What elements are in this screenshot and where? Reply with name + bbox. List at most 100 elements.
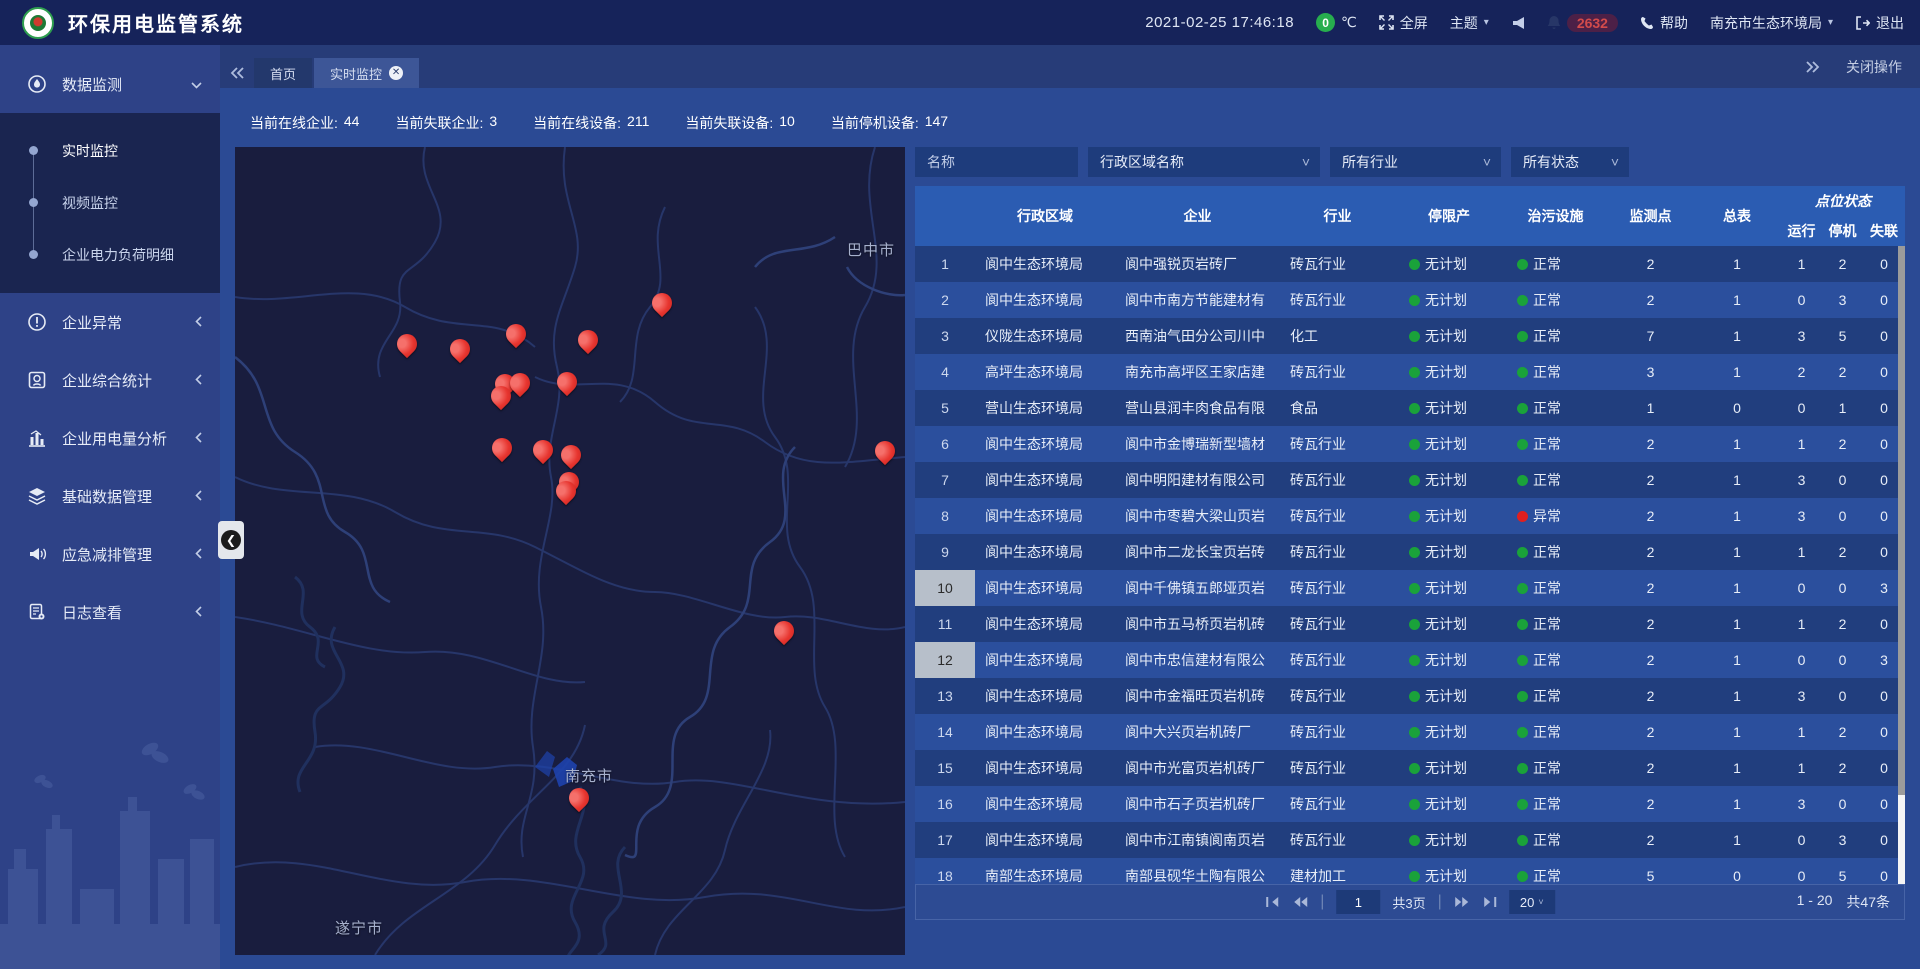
cell-run: 2 <box>1781 354 1822 390</box>
table-row[interactable]: 2阆中生态环境局阆中市南方节能建材有砖瓦行业无计划正常21030 <box>915 282 1905 318</box>
cell-production: 无计划 <box>1395 822 1503 858</box>
city-skyline-decoration <box>0 719 220 969</box>
last-page-icon <box>1482 896 1497 908</box>
sidebar-item-1[interactable]: 企业异常 <box>0 293 220 351</box>
table-row[interactable]: 14阆中生态环境局阆中大兴页岩机砖厂砖瓦行业无计划正常21120 <box>915 714 1905 750</box>
cell-meter: 1 <box>1693 498 1781 534</box>
double-chevron-right-icon[interactable] <box>1806 61 1820 73</box>
cell-meter: 1 <box>1693 462 1781 498</box>
cell-index: 14 <box>915 714 975 750</box>
table-row[interactable]: 1阆中生态环境局阆中强锐页岩砖厂砖瓦行业无计划正常21120 <box>915 246 1905 282</box>
cell-monitor: 2 <box>1608 246 1693 282</box>
sidebar-item-label: 企业异常 <box>62 312 122 333</box>
map-city-label: 南充市 <box>565 765 613 786</box>
close-icon[interactable]: ✕ <box>389 66 403 80</box>
first-page-button[interactable] <box>1265 896 1280 908</box>
status-dot-green <box>1517 763 1528 774</box>
page-number-input[interactable] <box>1336 890 1380 914</box>
sidebar-collapse-handle[interactable]: ❮ <box>218 521 244 559</box>
stat-item: 当前停机设备:147 <box>831 113 948 133</box>
table-row[interactable]: 11阆中生态环境局阆中市五马桥页岩机砖砖瓦行业无计划正常21120 <box>915 606 1905 642</box>
last-page-button[interactable] <box>1482 896 1497 908</box>
cell-industry: 砖瓦行业 <box>1280 570 1395 606</box>
table-row[interactable]: 17阆中生态环境局阆中市江南镇阆南页岩砖瓦行业无计划正常21030 <box>915 822 1905 858</box>
cell-industry: 砖瓦行业 <box>1280 282 1395 318</box>
table-row[interactable]: 12阆中生态环境局阆中市忠信建材有限公砖瓦行业无计划正常21003 <box>915 642 1905 678</box>
table-row[interactable]: 13阆中生态环境局阆中市金福旺页岩机砖砖瓦行业无计划正常21300 <box>915 678 1905 714</box>
col-monitor: 监测点 <box>1608 186 1693 246</box>
sidebar-item-label: 数据监测 <box>62 74 122 95</box>
close-operations-button[interactable]: 关闭操作 <box>1846 57 1902 77</box>
cell-facility: 正常 <box>1503 534 1608 570</box>
cell-region: 高坪生态环境局 <box>975 354 1115 390</box>
region-filter-select[interactable]: 行政区域名称˅ <box>1088 147 1320 177</box>
sidebar-menu: 数据监测实时监控视频监控企业电力负荷明细企业异常企业综合统计企业用电量分析基础数… <box>0 45 220 641</box>
sidebar-submenu: 实时监控视频监控企业电力负荷明细 <box>0 113 220 293</box>
sidebar-item-5[interactable]: 应急减排管理 <box>0 525 220 583</box>
chevron-left-icon <box>195 488 202 505</box>
theme-dropdown[interactable]: 主题▾ <box>1450 13 1489 33</box>
name-filter-field[interactable] <box>915 147 1078 177</box>
cell-index: 2 <box>915 282 975 318</box>
stat-item: 当前失联设备:10 <box>685 113 794 133</box>
prev-page-button[interactable] <box>1292 896 1308 908</box>
help-button[interactable]: 帮助 <box>1640 13 1688 33</box>
sidebar-item-4[interactable]: 基础数据管理 <box>0 467 220 525</box>
cell-company: 营山县润丰肉食品有限 <box>1115 390 1280 426</box>
name-filter-input[interactable] <box>927 154 1068 170</box>
table-row[interactable]: 16阆中生态环境局阆中市石子页岩机砖厂砖瓦行业无计划正常21300 <box>915 786 1905 822</box>
tab-0[interactable]: 首页 <box>254 58 312 88</box>
alarm-indicator[interactable]: 2632 <box>1547 14 1618 32</box>
cell-facility: 正常 <box>1503 714 1608 750</box>
cell-run: 1 <box>1781 426 1822 462</box>
cell-stop: 1 <box>1822 390 1863 426</box>
page-size-select[interactable]: 20˅ <box>1509 890 1555 914</box>
cell-index: 3 <box>915 318 975 354</box>
table-row[interactable]: 7阆中生态环境局阆中明阳建材有限公司砖瓦行业无计划正常21300 <box>915 462 1905 498</box>
table-scrollbar[interactable] <box>1898 246 1905 884</box>
status-dot-green <box>1517 691 1528 702</box>
status-dot-green <box>1517 619 1528 630</box>
sidebar-item-6[interactable]: 日志查看 <box>0 583 220 641</box>
table-row[interactable]: 3仪陇生态环境局西南油气田分公司川中化工无计划正常71350 <box>915 318 1905 354</box>
fullscreen-button[interactable]: 全屏 <box>1379 13 1428 33</box>
cell-production: 无计划 <box>1395 606 1503 642</box>
sidebar-subitem[interactable]: 企业电力负荷明细 <box>0 229 220 281</box>
industry-filter-select[interactable]: 所有行业˅ <box>1330 147 1501 177</box>
next-page-button[interactable] <box>1454 896 1470 908</box>
sidebar-subitem[interactable]: 视频监控 <box>0 177 220 229</box>
table-row[interactable]: 9阆中生态环境局阆中市二龙长宝页岩砖砖瓦行业无计划正常21120 <box>915 534 1905 570</box>
stat-value: 3 <box>489 113 497 133</box>
table-row[interactable]: 6阆中生态环境局阆中市金博瑞新型墙材砖瓦行业无计划正常21120 <box>915 426 1905 462</box>
table-row[interactable]: 4高坪生态环境局南充市高坪区王家店建砖瓦行业无计划正常31220 <box>915 354 1905 390</box>
mute-button[interactable] <box>1511 16 1525 30</box>
map-panel[interactable]: 巴中市南充市遂宁市 <box>235 147 905 955</box>
cell-facility: 正常 <box>1503 462 1608 498</box>
cell-production: 无计划 <box>1395 786 1503 822</box>
table-row[interactable]: 18南部生态环境局南部县砚华土陶有限公建材加工无计划正常50050 <box>915 858 1905 884</box>
cell-meter: 0 <box>1693 390 1781 426</box>
cell-monitor: 2 <box>1608 786 1693 822</box>
sidebar-subitem[interactable]: 实时监控 <box>0 125 220 177</box>
cell-run: 0 <box>1781 858 1822 884</box>
scrollbar-thumb[interactable] <box>1898 246 1905 795</box>
table-header: 行政区域 企业 行业 停限产 治污设施 监测点 总表 点位状态 运行 停机 失联 <box>915 186 1905 246</box>
tab-1[interactable]: 实时监控✕ <box>314 58 419 88</box>
tabs-scroll-left-button[interactable] <box>220 58 254 88</box>
cell-company: 阆中大兴页岩机砖厂 <box>1115 714 1280 750</box>
table-row[interactable]: 5营山生态环境局营山县润丰肉食品有限食品无计划正常10010 <box>915 390 1905 426</box>
table-row[interactable]: 8阆中生态环境局阆中市枣碧大梁山页岩砖瓦行业无计划异常21300 <box>915 498 1905 534</box>
table-row[interactable]: 15阆中生态环境局阆中市光富页岩机砖厂砖瓦行业无计划正常21120 <box>915 750 1905 786</box>
col-stop: 停机 <box>1822 216 1863 246</box>
cell-facility: 正常 <box>1503 786 1608 822</box>
logout-button[interactable]: 退出 <box>1855 13 1904 33</box>
sidebar-item-0[interactable]: 数据监测 <box>0 55 220 113</box>
cell-meter: 1 <box>1693 282 1781 318</box>
table-row[interactable]: 10阆中生态环境局阆中千佛镇五郎垭页岩砖瓦行业无计划正常21003 <box>915 570 1905 606</box>
chevron-left-icon: ❮ <box>221 530 241 550</box>
status-filter-select[interactable]: 所有状态˅ <box>1511 147 1629 177</box>
sidebar-item-2[interactable]: 企业综合统计 <box>0 351 220 409</box>
sidebar-item-3[interactable]: 企业用电量分析 <box>0 409 220 467</box>
cell-index: 9 <box>915 534 975 570</box>
org-dropdown[interactable]: 南充市生态环境局▾ <box>1710 13 1833 33</box>
